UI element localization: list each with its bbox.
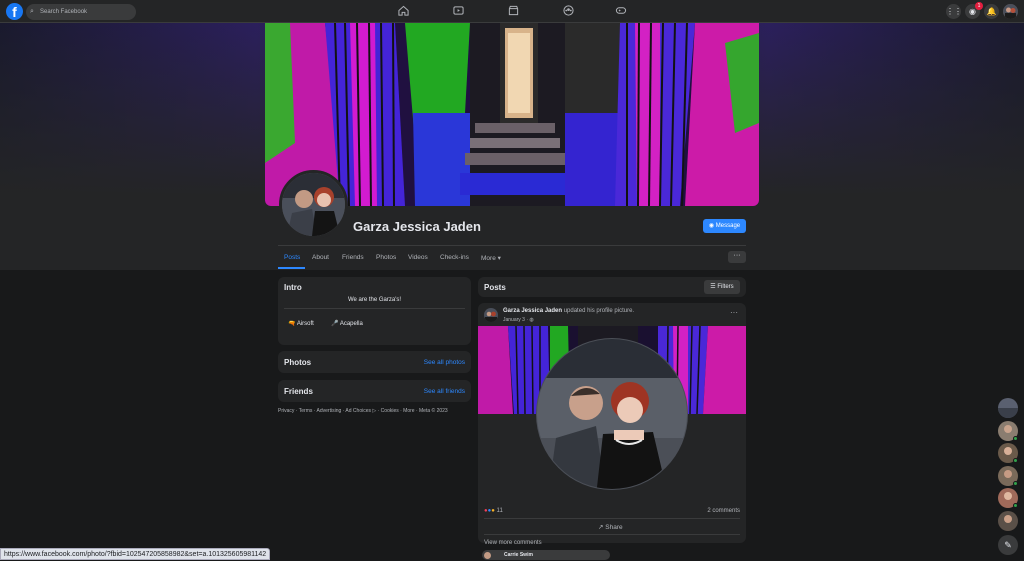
hobby-airsoft[interactable]: 🔫 Airsoft xyxy=(288,320,314,327)
search-icon: ⌕ xyxy=(30,8,34,15)
gaming-icon[interactable] xyxy=(615,5,627,17)
profile-name: Garza Jessica Jaden xyxy=(353,219,481,234)
intro-divider xyxy=(284,308,465,309)
post-author-name[interactable]: Garza Jessica Jaden xyxy=(503,308,562,314)
post-date[interactable]: January 3 · ◍ xyxy=(503,317,534,323)
share-label: Share xyxy=(605,524,623,531)
menu-grid-icon[interactable]: ⋮⋮ xyxy=(946,4,962,19)
share-button[interactable]: ↗ Share xyxy=(598,523,623,531)
message-button-label: Message xyxy=(715,223,741,229)
acapella-icon: 🎤 xyxy=(331,321,339,327)
contact-avatar[interactable] xyxy=(998,398,1018,418)
intro-title: Intro xyxy=(284,283,302,292)
tab-more[interactable]: More ▾ xyxy=(481,254,501,262)
tab-check-ins[interactable]: Check-ins xyxy=(440,254,469,261)
online-indicator xyxy=(1013,436,1018,441)
hobby-acapella[interactable]: 🎤 Acapella xyxy=(331,320,363,327)
footer-links[interactable]: Privacy · Terms · Advertising · Ad Choic… xyxy=(278,408,448,414)
contact-avatar[interactable] xyxy=(998,511,1018,531)
search-placeholder: Search Facebook xyxy=(40,9,88,15)
cover-photo[interactable] xyxy=(265,23,759,206)
post-image[interactable] xyxy=(478,326,746,511)
posts-title: Posts xyxy=(484,283,506,292)
online-indicator xyxy=(1013,458,1018,463)
profile-divider xyxy=(278,245,746,246)
tab-photos[interactable]: Photos xyxy=(376,254,396,261)
see-all-photos-link[interactable]: See all photos xyxy=(424,359,465,366)
watch-icon[interactable] xyxy=(452,5,464,17)
view-more-comments[interactable]: View more comments xyxy=(484,540,542,546)
commenter-name[interactable]: Carrie Swim xyxy=(504,552,533,558)
post-action: updated his profile picture. xyxy=(562,308,635,314)
post-author-avatar[interactable] xyxy=(484,308,498,322)
posts-header-card: Posts ☰ Filters xyxy=(478,277,746,297)
post-options-icon[interactable]: ··· xyxy=(730,308,738,317)
intro-card: Intro We are the Garza's! 🔫 Airsoft 🎤 Ac… xyxy=(278,277,471,345)
online-indicator xyxy=(1013,481,1018,486)
hobby-label: Airsoft xyxy=(296,321,314,327)
account-avatar[interactable] xyxy=(1003,4,1018,19)
message-button[interactable]: ◉ Message xyxy=(703,219,746,233)
filters-button[interactable]: ☰ Filters xyxy=(704,280,740,294)
friends-title: Friends xyxy=(284,387,313,396)
care-reaction-icon: ● xyxy=(491,508,495,514)
tab-about[interactable]: About xyxy=(312,254,329,261)
active-tab-indicator xyxy=(278,267,305,269)
search-input[interactable]: ⌕ Search Facebook xyxy=(26,4,136,20)
post-divider-2 xyxy=(484,534,740,535)
filters-label: Filters xyxy=(717,284,734,290)
status-bar-url: https://www.facebook.com/photo/?fbid=102… xyxy=(0,548,271,560)
post-divider xyxy=(484,518,740,519)
see-all-friends-link[interactable]: See all friends xyxy=(424,388,465,395)
facebook-logo[interactable]: f xyxy=(6,3,23,20)
hobby-label: Acapella xyxy=(339,321,363,327)
new-message-icon[interactable]: ✎ xyxy=(998,535,1018,555)
photos-title: Photos xyxy=(284,358,312,367)
comment-count[interactable]: 2 comments xyxy=(707,508,740,514)
photos-card: Photos See all photos xyxy=(278,351,471,373)
intro-bio: We are the Garza's! xyxy=(347,297,402,303)
commenter-avatar[interactable] xyxy=(484,552,491,559)
online-indicator xyxy=(1013,503,1018,508)
profile-more-button[interactable]: ··· xyxy=(728,251,746,263)
tab-posts[interactable]: Posts xyxy=(284,254,300,261)
marketplace-icon[interactable] xyxy=(507,5,519,17)
messenger-small-icon: ◉ xyxy=(708,223,716,229)
profile-picture[interactable] xyxy=(279,170,348,239)
bell-icon[interactable]: 🔔 xyxy=(984,4,999,19)
tab-friends[interactable]: Friends xyxy=(342,254,364,261)
friends-card: Friends See all friends xyxy=(278,380,471,402)
post-date-text: January 3 · xyxy=(503,317,530,323)
globe-icon: ◍ xyxy=(529,317,534,323)
home-icon[interactable] xyxy=(397,5,409,17)
post-card: Garza Jessica Jaden updated his profile … xyxy=(478,303,746,543)
groups-icon[interactable] xyxy=(562,5,574,17)
airsoft-icon: 🔫 xyxy=(288,321,296,327)
comment-bubble: Carrie Swim xyxy=(482,550,610,560)
top-navigation-bar: f ⌕ Search Facebook ⋮⋮ ◉ 1 🔔 xyxy=(0,0,1024,23)
post-header-text: Garza Jessica Jaden updated his profile … xyxy=(503,308,634,314)
messenger-badge: 1 xyxy=(975,2,983,10)
tab-videos[interactable]: Videos xyxy=(408,254,428,261)
reactions-summary[interactable]: ●●● 11 xyxy=(484,508,503,514)
reaction-count: 11 xyxy=(496,508,503,514)
